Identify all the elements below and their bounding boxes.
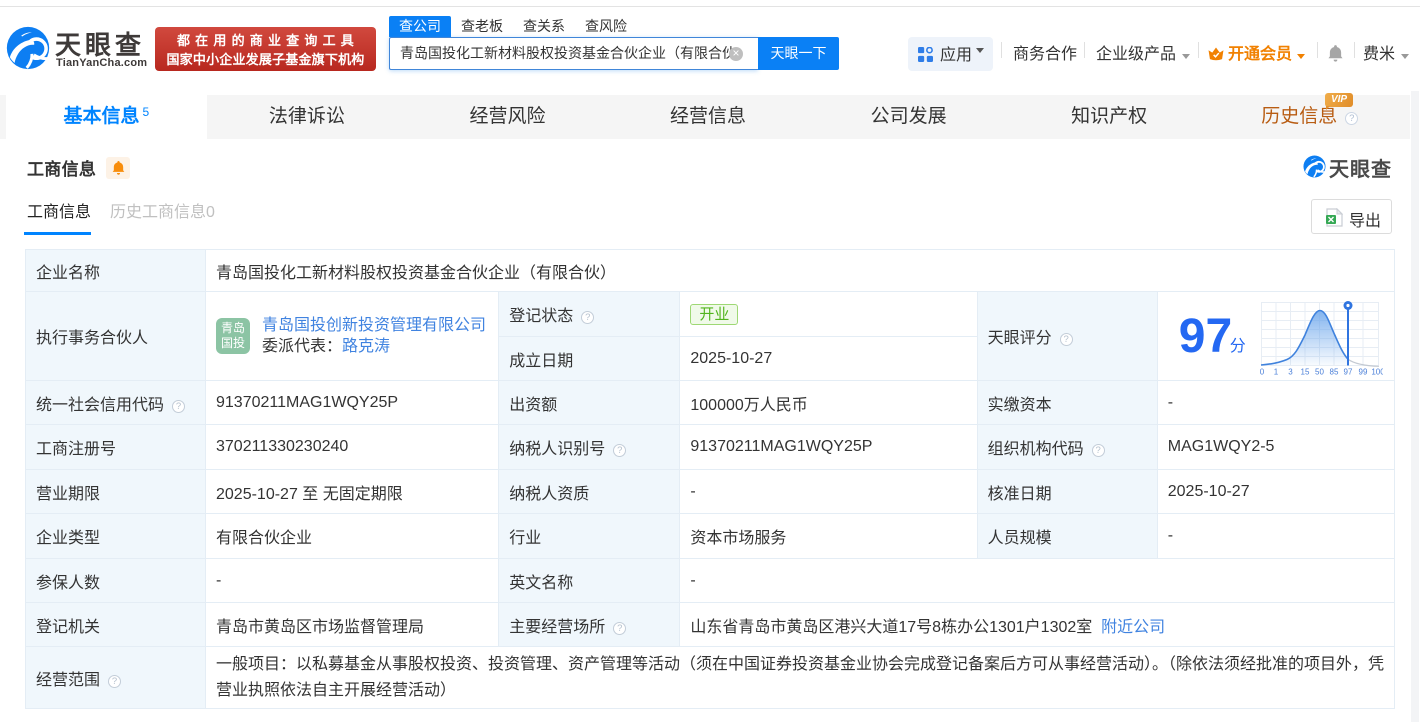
svg-text:85: 85 (1329, 367, 1338, 376)
svg-text:50: 50 (1315, 367, 1324, 376)
svg-text:100: 100 (1371, 367, 1383, 376)
svg-text:97: 97 (1343, 367, 1352, 376)
svg-text:1: 1 (1274, 367, 1279, 376)
svg-text:3: 3 (1288, 367, 1293, 376)
svg-text:15: 15 (1300, 367, 1309, 376)
svg-text:99: 99 (1358, 367, 1367, 376)
svg-text:0: 0 (1260, 367, 1265, 376)
